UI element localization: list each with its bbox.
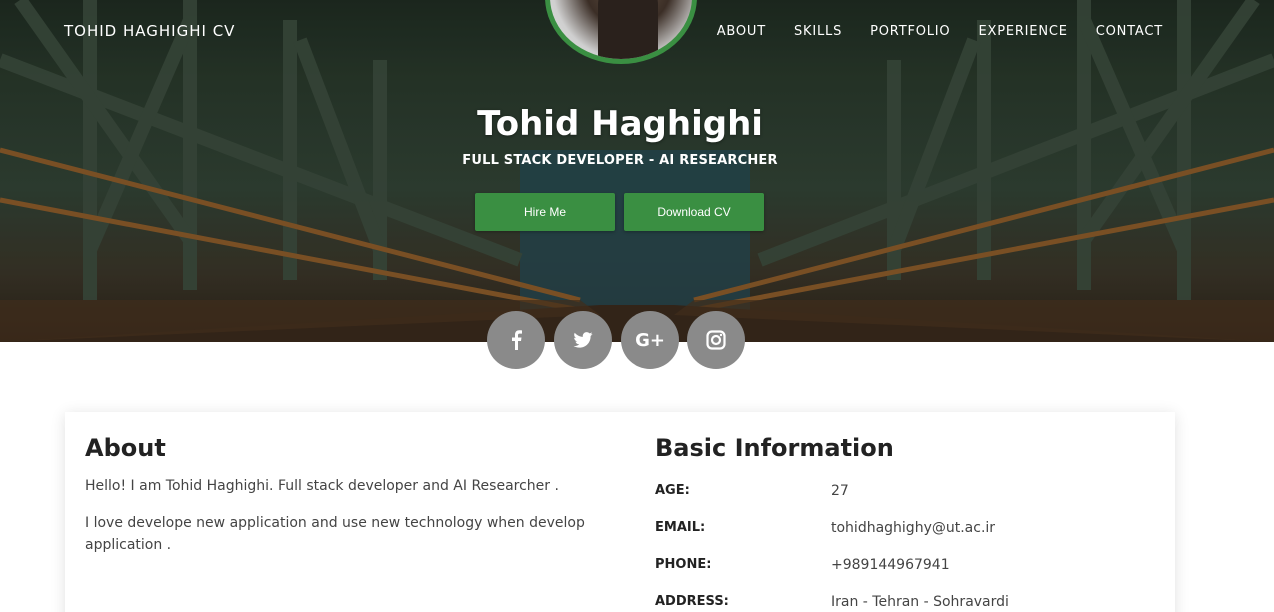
about-title: About — [85, 434, 166, 462]
info-row-email: EMAIL: tohidhaghighy@ut.ac.ir — [655, 509, 1155, 546]
info-label: EMAIL: — [655, 520, 706, 535]
hero-subtitle: FULL STACK DEVELOPER - AI RESEARCHER — [462, 153, 778, 168]
download-cv-button[interactable]: Download CV — [624, 193, 764, 231]
info-value: +989144967941 — [831, 556, 950, 573]
facebook-icon — [512, 330, 522, 350]
twitter-link[interactable] — [554, 311, 612, 369]
hero-banner: TOHID HAGHIGHI CV ABOUT SKILLS PORTFOLIO… — [0, 0, 1274, 342]
site-brand[interactable]: TOHID HAGHIGHI CV — [64, 22, 235, 40]
nav-portfolio[interactable]: PORTFOLIO — [870, 24, 950, 39]
about-paragraph-2: I love develope new application and use … — [85, 515, 585, 553]
info-label: ADDRESS: — [655, 594, 729, 609]
info-row-address: ADDRESS: Iran - Tehran - Sohravardi — [655, 583, 1155, 612]
info-row-age: AGE: 27 — [655, 472, 1155, 509]
instagram-icon — [706, 330, 726, 350]
basic-info-title: Basic Information — [655, 434, 894, 462]
basic-info-section: Basic Information AGE: 27 EMAIL: tohidha… — [655, 434, 1155, 612]
nav-contact[interactable]: CONTACT — [1096, 24, 1163, 39]
info-card: About Hello! I am Tohid Haghighi. Full s… — [65, 412, 1175, 612]
nav-about[interactable]: ABOUT — [717, 24, 766, 39]
twitter-icon — [573, 332, 593, 348]
hero-name: Tohid Haghighi — [477, 104, 763, 144]
nav-skills[interactable]: SKILLS — [794, 24, 842, 39]
info-label: PHONE: — [655, 557, 712, 572]
profile-photo-figure — [598, 0, 658, 59]
hire-me-button[interactable]: Hire Me — [475, 193, 615, 231]
google-plus-icon: G+ — [635, 329, 665, 351]
facebook-link[interactable] — [487, 311, 545, 369]
main-nav: ABOUT SKILLS PORTFOLIO EXPERIENCE CONTAC… — [689, 24, 1163, 39]
info-value-email[interactable]: tohidhaghighy@ut.ac.ir — [831, 520, 995, 536]
google-plus-link[interactable]: G+ — [621, 311, 679, 369]
info-row-phone: PHONE: +989144967941 — [655, 546, 1155, 583]
info-value: 27 — [831, 482, 849, 499]
instagram-link[interactable] — [687, 311, 745, 369]
about-section: About Hello! I am Tohid Haghighi. Full s… — [85, 434, 595, 556]
nav-experience[interactable]: EXPERIENCE — [978, 24, 1067, 39]
info-label: AGE: — [655, 483, 690, 498]
info-value: Iran - Tehran - Sohravardi — [831, 593, 1009, 610]
about-paragraph-1: Hello! I am Tohid Haghighi. Full stack d… — [85, 478, 559, 494]
